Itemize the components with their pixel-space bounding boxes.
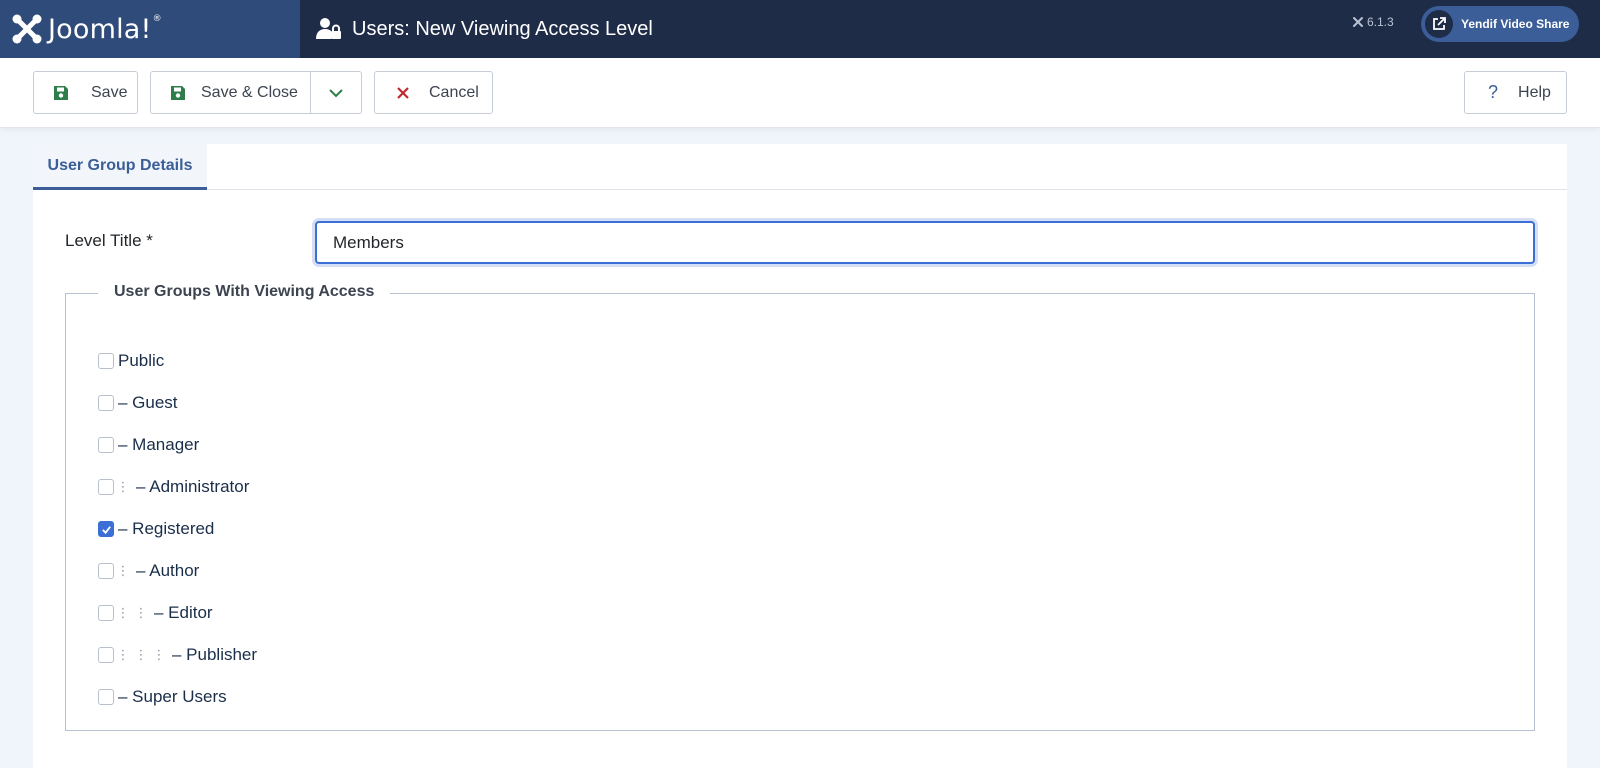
form-card: User Group Details Level Title * User Gr… [33,144,1567,768]
level-title-input[interactable] [315,221,1535,264]
save-options-dropdown-toggle[interactable] [311,72,361,113]
user-group-checkbox[interactable] [98,605,114,621]
user-group-checkbox[interactable] [98,479,114,495]
user-group-label[interactable]: – Guest [118,393,178,413]
header-bar: Joomla!® Users: New Viewing Access Level… [0,0,1600,58]
logo-text: Joomla!® [48,13,162,45]
joomla-logo[interactable]: Joomla!® [0,0,300,58]
user-group-checkbox[interactable] [98,521,114,537]
toolbar: Save Save & Close Cancel ? Help [0,58,1600,128]
user-group-row: – Registered [98,508,257,550]
question-icon: ? [1488,82,1499,102]
close-icon [397,86,409,99]
indent-marker: ⋮ [116,605,130,620]
joomla-small-icon [1353,17,1363,27]
user-group-label[interactable]: – Administrator [136,477,249,497]
user-group-list: Public – Guest – Manager ⋮ – Administrator – … [98,340,257,718]
indent-marker: ⋮ [116,647,130,662]
user-groups-fieldset: User Groups With Viewing Access Public – … [65,283,1535,731]
user-group-checkbox[interactable] [98,563,114,579]
floppy-disk-icon [54,85,68,100]
user-group-label[interactable]: – Editor [154,603,213,623]
indent-marker: ⋮ [134,647,148,662]
user-group-label[interactable]: – Manager [118,435,199,455]
user-group-checkbox[interactable] [98,437,114,453]
user-group-row: ⋮ – Author [98,550,257,592]
indent-marker: ⋮ [116,563,130,578]
indent-marker: ⋮ [116,479,130,494]
page-title: Users: New Viewing Access Level [352,17,653,40]
save-label: Save [91,83,128,101]
user-group-label[interactable]: – Super Users [118,687,227,707]
external-link-icon [1425,10,1453,38]
version-label: 6.1.3 [1352,15,1394,29]
user-lock-icon [316,18,341,39]
save-close-label: Save & Close [201,83,298,101]
view-site-label: Yendif Video Share [1461,17,1570,31]
tab-user-group-details[interactable]: User Group Details [33,144,207,190]
user-group-checkbox[interactable] [98,689,114,705]
user-group-row: Public [98,340,257,382]
cancel-button[interactable]: Cancel [374,71,493,114]
indent-marker: ⋮ [134,605,148,620]
user-group-checkbox[interactable] [98,353,114,369]
user-group-label[interactable]: Public [118,351,164,371]
help-label: Help [1518,83,1551,101]
user-group-checkbox[interactable] [98,395,114,411]
save-close-button-group: Save & Close [150,71,362,114]
fieldset-legend: User Groups With Viewing Access [98,283,391,301]
user-group-row: ⋮ ⋮ – Editor [98,592,257,634]
user-group-row: ⋮ ⋮ ⋮ – Publisher [98,634,257,676]
user-group-label[interactable]: – Publisher [172,645,257,665]
joomla-logo-icon [12,14,42,44]
user-group-row: – Super Users [98,676,257,718]
user-group-label[interactable]: – Author [136,561,199,581]
cancel-label: Cancel [429,83,479,101]
user-group-row: – Manager [98,424,257,466]
view-site-button[interactable]: Yendif Video Share [1421,6,1579,42]
floppy-disk-icon [171,85,185,100]
user-group-row: – Guest [98,382,257,424]
level-title-label: Level Title * [65,231,153,250]
user-group-checkbox[interactable] [98,647,114,663]
chevron-down-icon [329,88,343,97]
save-close-button[interactable]: Save & Close [151,72,312,113]
page-title-area: Users: New Viewing Access Level [316,17,653,41]
user-group-row: ⋮ – Administrator [98,466,257,508]
save-button[interactable]: Save [33,71,138,114]
user-group-label[interactable]: – Registered [118,519,214,539]
checkmark-icon [101,525,111,534]
tab-bar: User Group Details [33,144,1567,190]
help-button[interactable]: ? Help [1464,71,1567,114]
indent-marker: ⋮ [152,647,166,662]
